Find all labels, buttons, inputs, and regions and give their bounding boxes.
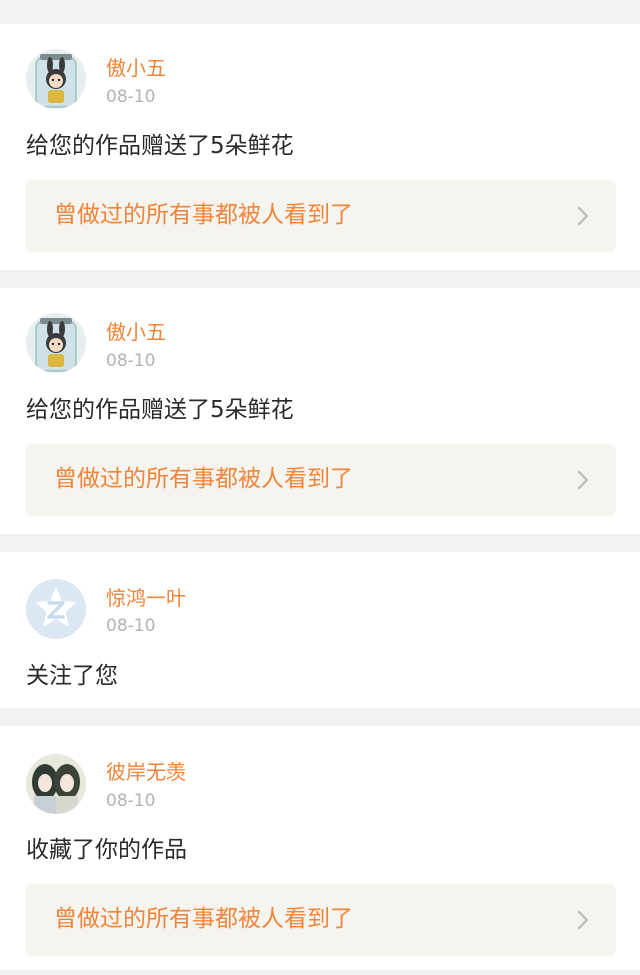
username[interactable]: 惊鸿一叶 [106, 586, 186, 610]
user-avatar[interactable] [26, 313, 86, 373]
work-link[interactable]: 曾做过的所有事都被人看到了 [26, 444, 616, 516]
username[interactable]: 傲小五 [106, 56, 166, 80]
default-z-avatar-icon [26, 579, 86, 639]
work-title: 曾做过的所有事都被人看到了 [54, 466, 353, 492]
cartoon-character-jar-avatar-icon [26, 313, 86, 373]
chevron-right-icon [577, 206, 589, 226]
cartoon-character-jar-avatar-icon [26, 49, 86, 109]
username[interactable]: 傲小五 [106, 320, 166, 344]
notification-text: 给您的作品赠送了5朵鲜花 [26, 397, 294, 423]
chevron-right-icon [577, 910, 589, 930]
user-avatar[interactable] [26, 754, 86, 814]
timestamp: 08-10 [106, 87, 156, 107]
notification-card: 傲小五 08-10 给您的作品赠送了5朵鲜花 曾做过的所有事都被人看到了 [0, 288, 640, 534]
work-link[interactable]: 曾做过的所有事都被人看到了 [26, 180, 616, 252]
work-link[interactable]: 曾做过的所有事都被人看到了 [26, 884, 616, 956]
chevron-right-icon [577, 470, 589, 490]
timestamp: 08-10 [106, 351, 156, 371]
notification-card: 彼岸无羡 08-10 收藏了你的作品 曾做过的所有事都被人看到了 [0, 726, 640, 970]
notification-card: 惊鸿一叶 08-10 关注了您 [0, 552, 640, 708]
timestamp: 08-10 [106, 791, 156, 811]
user-avatar[interactable] [26, 49, 86, 109]
work-title: 曾做过的所有事都被人看到了 [54, 906, 353, 932]
notification-feed: 傲小五 08-10 给您的作品赠送了5朵鲜花 曾做过的所有事都被人看到了 傲小五… [0, 0, 640, 975]
user-avatar[interactable] [26, 579, 86, 639]
notification-card: 傲小五 08-10 给您的作品赠送了5朵鲜花 曾做过的所有事都被人看到了 [0, 24, 640, 270]
timestamp: 08-10 [106, 616, 156, 636]
notification-text: 关注了您 [26, 663, 118, 689]
work-title: 曾做过的所有事都被人看到了 [54, 202, 353, 228]
notification-text: 收藏了你的作品 [26, 837, 187, 863]
username[interactable]: 彼岸无羡 [106, 760, 186, 784]
notification-text: 给您的作品赠送了5朵鲜花 [26, 133, 294, 159]
two-anime-characters-avatar-icon [26, 754, 86, 814]
